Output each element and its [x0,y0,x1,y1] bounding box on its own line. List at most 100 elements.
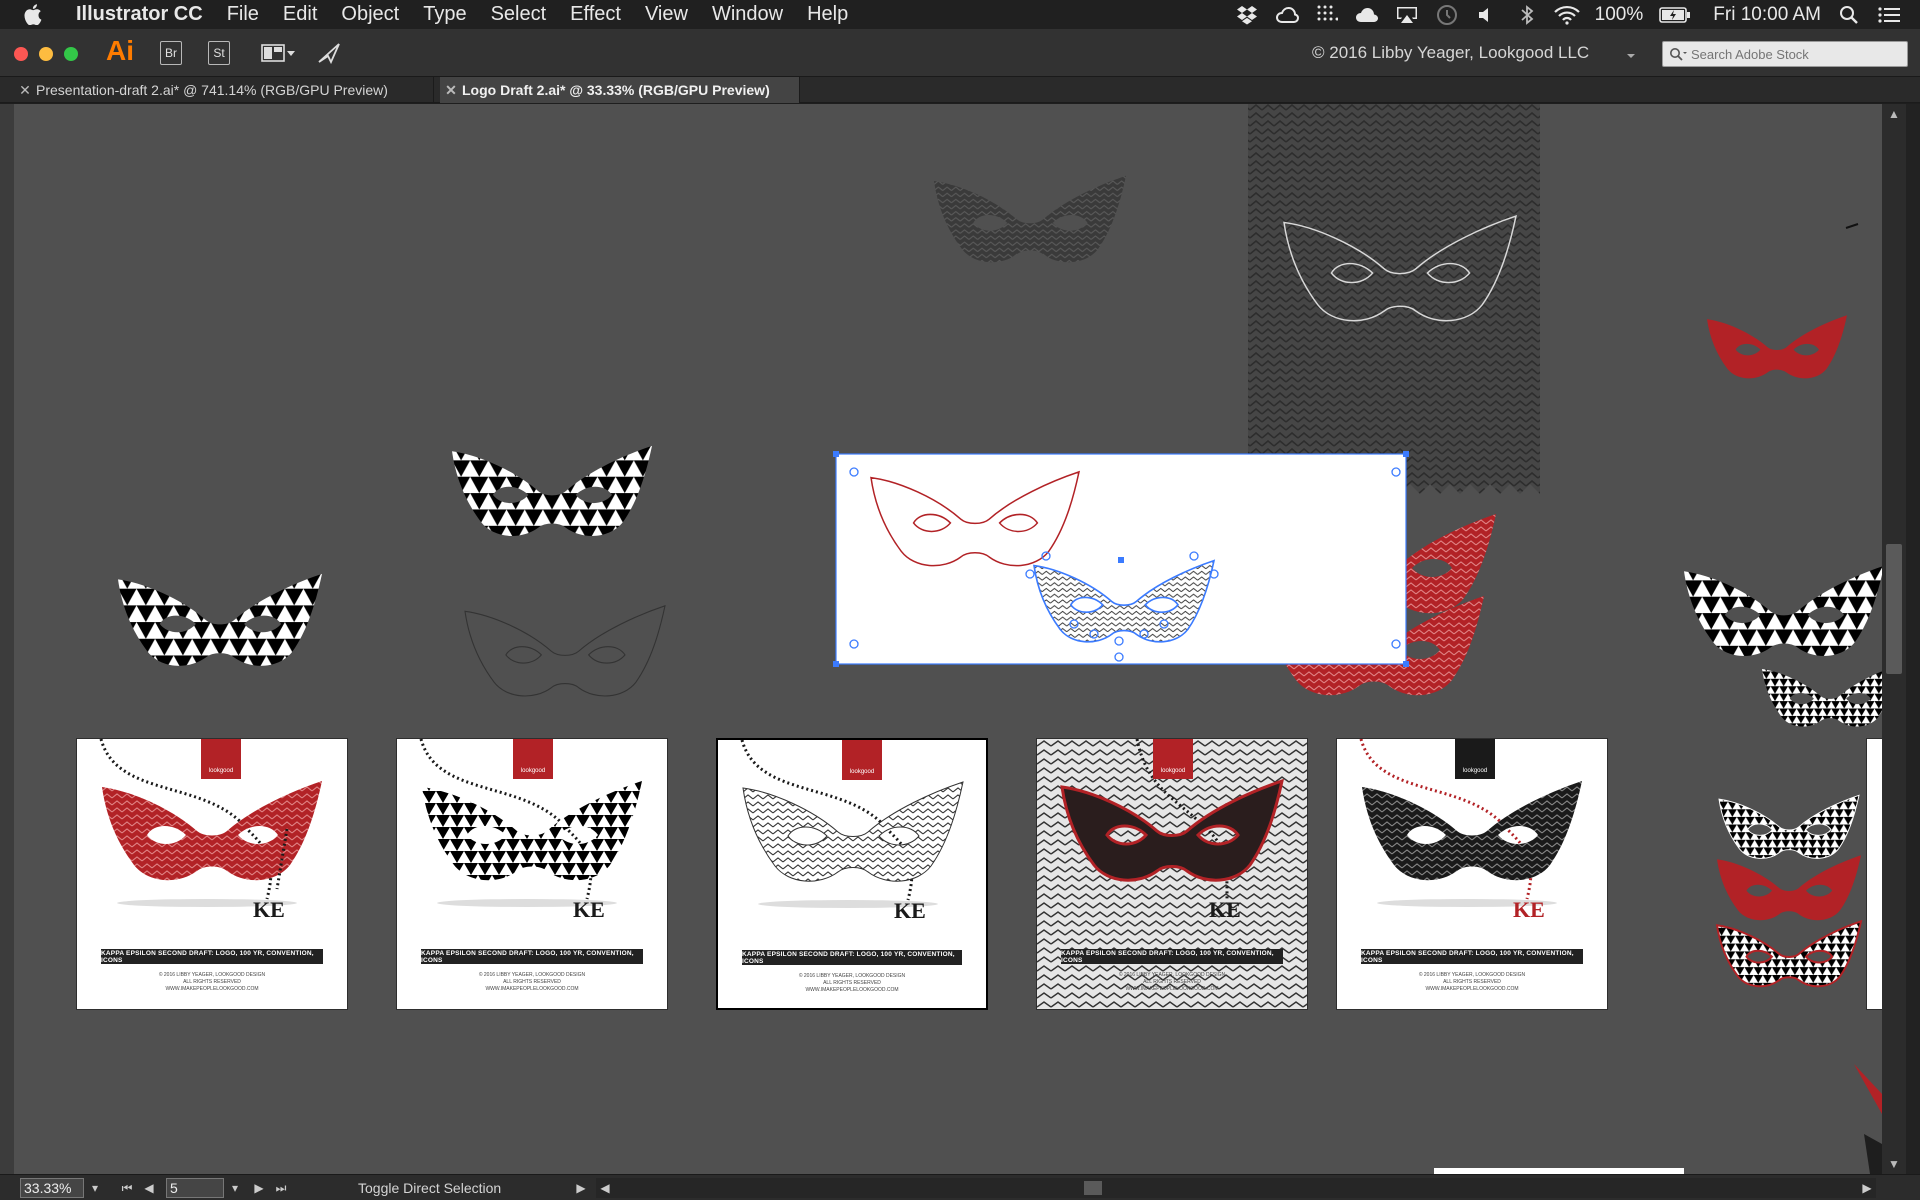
partial-black-shape [1864,1134,1882,1174]
bridge-button[interactable]: Br [160,41,182,65]
chevron-panel [1248,104,1540,494]
artboard-number-field[interactable]: 5 [166,1178,224,1198]
arrange-documents-button[interactable] [260,41,296,65]
artboard-6-partial[interactable] [1866,738,1882,1010]
partial-red-shape [1854,1064,1882,1114]
artboard-banner: KAPPA EPSILON SECOND DRAFT: LOGO, 100 YR… [1361,949,1583,964]
scroll-left-icon[interactable]: ◀ [596,1178,614,1198]
application-bar: Ai Br St © 2016 Libby Yeager, Lookgood L… [0,29,1920,77]
airplay-icon[interactable] [1394,4,1420,26]
mask-triangle-pattern [1684,565,1882,656]
illustrator-app-icon: Ai [106,35,134,66]
zoom-level-field[interactable]: 33.33% [20,1178,84,1198]
horizontal-scrollbar[interactable]: ◀ ▶ [596,1178,1876,1198]
artboard-3[interactable]: lookgood KE KAPPA EPSILON SECOND DRAFT: … [716,738,988,1010]
artboard-banner: KAPPA EPSILON SECOND DRAFT: LOGO, 100 YR… [421,949,643,964]
adobe-stock-search[interactable] [1662,41,1908,67]
volume-icon[interactable] [1474,4,1500,26]
artboard-2[interactable]: lookgood KE KAPPA EPSILON SECOND DRAFT: … [396,738,668,1010]
status-bar: 33.33% ▾ ⏮ ◀ 5 ▾ ▶ ⏭ Toggle Direct Selec… [0,1174,1920,1200]
mask-red-solid [1707,315,1847,379]
search-icon [1669,47,1687,61]
menu-select[interactable]: Select [479,3,559,26]
panel-edge [1906,104,1920,1174]
mac-menu-bar: Illustrator CC File Edit Object Type Sel… [0,0,1920,29]
menu-object[interactable]: Object [329,3,411,26]
close-tab-icon[interactable]: ✕ [440,82,462,99]
stock-search-input[interactable] [1691,46,1891,62]
menu-view[interactable]: View [633,3,700,26]
tool-hint[interactable]: Toggle Direct Selection [358,1180,501,1196]
close-tab-icon[interactable]: ✕ [14,82,36,99]
artboard-1[interactable]: lookgood KE KAPPA EPSILON SECOND DRAFT: … [76,738,348,1010]
artboard-banner: KAPPA EPSILON SECOND DRAFT: LOGO, 100 YR… [1061,949,1283,964]
scroll-up-icon[interactable]: ▲ [1882,104,1906,124]
ke-monogram: KE [894,898,926,923]
window-minimize-button[interactable] [39,47,53,61]
apple-menu-icon[interactable] [24,4,58,25]
left-gutter [0,104,14,1174]
first-artboard-icon[interactable]: ⏮ [118,1178,136,1198]
menu-app-name[interactable]: Illustrator CC [72,3,215,26]
artboard-dropdown-icon[interactable]: ▾ [226,1178,244,1198]
ke-monogram: KE [1513,897,1545,922]
artboard-artwork [1037,739,1307,1009]
ke-monogram: KE [1209,897,1241,922]
tab-presentation-draft[interactable]: ✕ Presentation-draft 2.ai* @ 741.14% (RG… [14,77,434,103]
horizontal-scroll-thumb[interactable] [1084,1181,1102,1195]
lookgood-badge: lookgood [842,740,882,780]
notification-center-icon[interactable] [1876,4,1902,26]
artboard-banner: KAPPA EPSILON SECOND DRAFT: LOGO, 100 YR… [742,950,962,965]
last-artboard-icon[interactable]: ⏭ [272,1178,290,1198]
menu-edit[interactable]: Edit [271,3,329,26]
workspace-dropdown-icon[interactable] [1626,47,1636,65]
bluetooth-icon[interactable] [1514,4,1540,26]
artboard-credits: © 2016 LIBBY YEAGER, LOOKGOOD DESIGN ALL … [1118,972,1226,992]
stock-button[interactable]: St [208,41,230,65]
time-machine-icon[interactable] [1434,4,1460,26]
lookgood-badge: lookgood [513,739,553,779]
document-tab-bar: ✕ Presentation-draft 2.ai* @ 741.14% (RG… [0,77,1920,103]
status-menu-icon[interactable]: ▶ [572,1178,590,1198]
ke-monogram: KE [573,897,605,922]
menu-type[interactable]: Type [411,3,478,26]
artboard-credits: © 2016 LIBBY YEAGER, LOOKGOOD DESIGN ALL … [158,972,266,992]
canvas-artwork[interactable] [14,104,1882,1174]
menu-effect[interactable]: Effect [558,3,633,26]
window-close-button[interactable] [14,47,28,61]
battery-percent: 100% [1594,3,1644,25]
artboard-4[interactable]: lookgood KE KAPPA EPSILON SECOND DRAFT: … [1036,738,1308,1010]
artboard-5[interactable]: lookgood KE KAPPA EPSILON SECOND DRAFT: … [1336,738,1608,1010]
network-dots-icon[interactable] [1314,4,1340,26]
document-canvas[interactable]: lookgood KE KAPPA EPSILON SECOND DRAFT: … [14,104,1882,1174]
menu-file[interactable]: File [215,3,271,26]
artboard-credits: © 2016 LIBBY YEAGER, LOOKGOOD DESIGN ALL … [798,973,906,993]
previous-artboard-icon[interactable]: ◀ [140,1178,158,1198]
icloud-icon[interactable] [1354,4,1380,26]
menu-clock[interactable]: Fri 10:00 AM [1713,4,1821,26]
wifi-icon[interactable] [1553,4,1580,26]
mask-triangle-small [1762,665,1882,727]
ke-monogram: KE [253,897,285,922]
vertical-scrollbar[interactable]: ▲ ▼ [1882,104,1906,1174]
next-artboard-icon[interactable]: ▶ [250,1178,268,1198]
mask-triangle-red-outline [1715,920,1863,988]
menu-window[interactable]: Window [700,3,795,26]
scroll-down-icon[interactable]: ▼ [1882,1154,1906,1174]
mask-triangle-pattern [452,445,652,536]
battery-icon[interactable] [1658,4,1692,26]
dropbox-icon[interactable] [1234,4,1260,26]
creative-cloud-icon[interactable] [1274,4,1300,26]
gpu-performance-icon[interactable] [316,41,342,65]
window-zoom-button[interactable] [64,47,78,61]
workspace-switcher[interactable]: © 2016 Libby Yeager, Lookgood LLC [1312,43,1589,63]
mask-triangle-small [1718,794,1860,859]
spotlight-search-icon[interactable] [1836,4,1862,26]
vertical-scroll-thumb[interactable] [1886,544,1902,674]
menu-help[interactable]: Help [795,3,860,26]
zoom-dropdown-icon[interactable]: ▾ [86,1178,104,1198]
artboard-credits: © 2016 LIBBY YEAGER, LOOKGOOD DESIGN ALL … [1418,972,1526,992]
scroll-right-icon[interactable]: ▶ [1858,1178,1876,1198]
tab-logo-draft[interactable]: ✕ Logo Draft 2.ai* @ 33.33% (RGB/GPU Pre… [440,77,800,103]
selected-group [833,451,1409,667]
